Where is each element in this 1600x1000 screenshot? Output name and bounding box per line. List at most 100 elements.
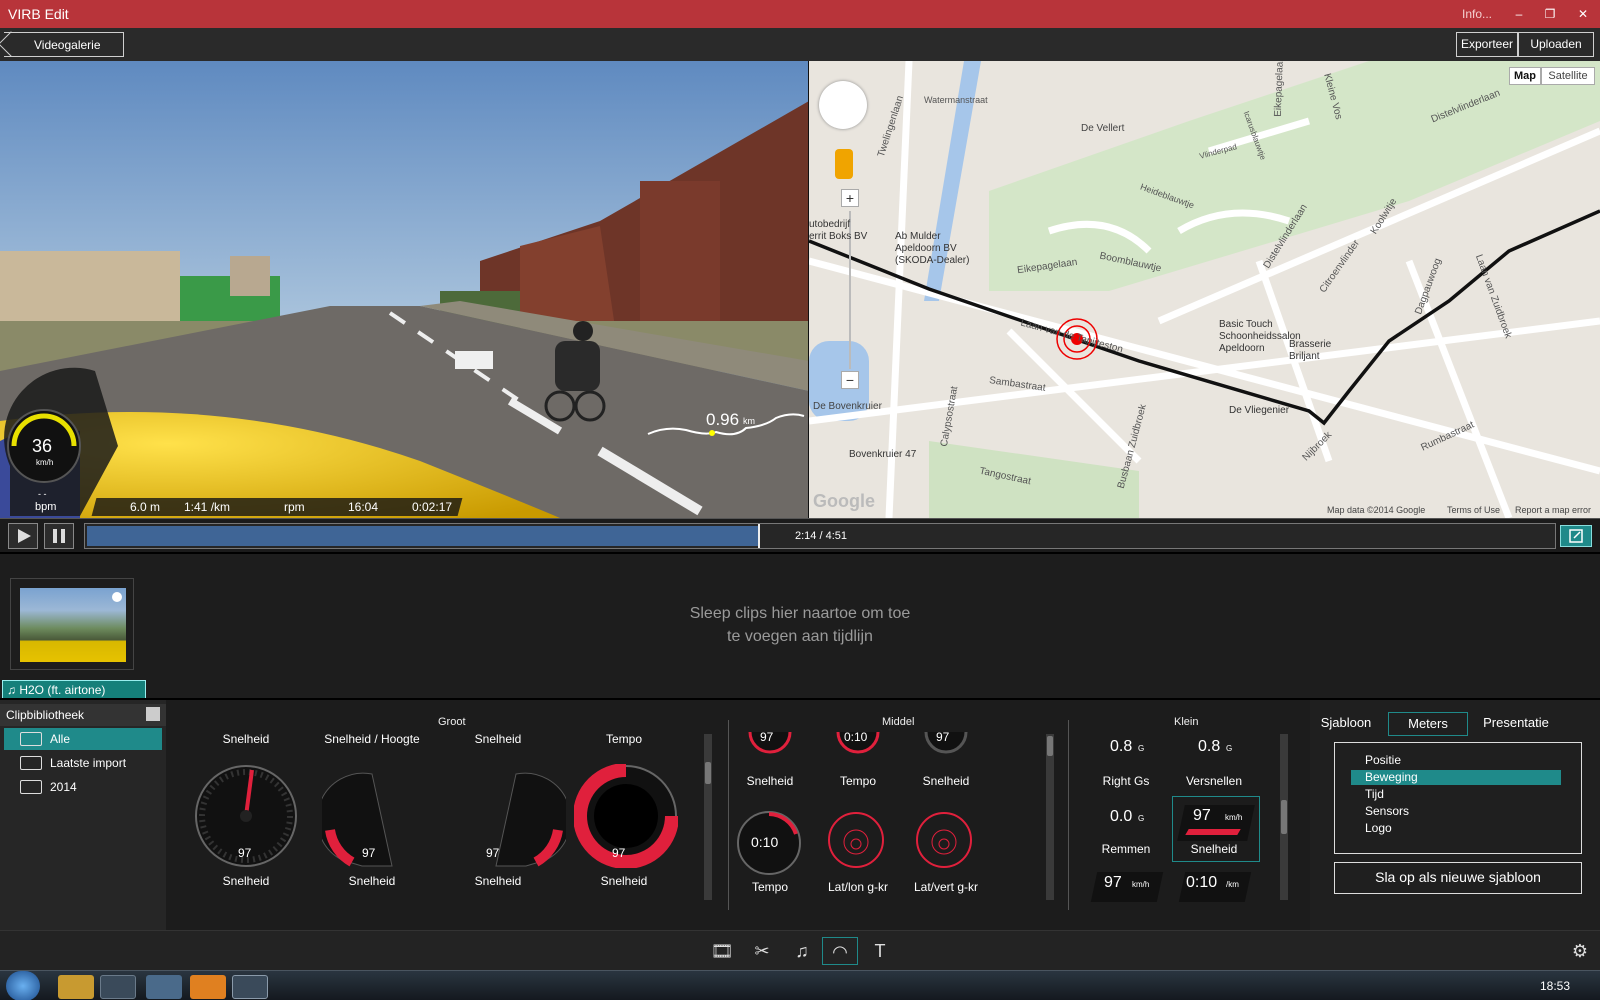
import-icon[interactable]	[146, 707, 160, 721]
clip-library: Clipbibliotheek Alle Laatste import 2014	[0, 700, 166, 932]
gauge-label: Snelheid	[922, 774, 970, 788]
drop-hint: Sleep clips hier naartoe om toe te voege…	[600, 602, 1000, 648]
template-panel: Sjabloon Meters Presentatie Positie Bewe…	[1310, 700, 1600, 932]
heart-rate-value: - -	[38, 489, 47, 499]
middel-scrollbar[interactable]	[1046, 734, 1054, 900]
map-label: Basic Touch	[1219, 319, 1273, 330]
map-zoom-in-button[interactable]: +	[841, 189, 859, 207]
map-terms-link[interactable]: Terms of Use	[1447, 505, 1500, 515]
gauge-value: 0.8	[1198, 738, 1221, 755]
map-canvas	[809, 61, 1600, 518]
timeline-area[interactable]: ♫ H2O (ft. airtone) Sleep clips hier naa…	[0, 552, 1600, 700]
restore-button[interactable]: ❐	[1539, 4, 1561, 24]
timeline-scrubber[interactable]: 2:14 / 4:51	[84, 523, 1556, 549]
tab-sjabloon[interactable]: Sjabloon	[1310, 712, 1382, 736]
gauge-speed-right[interactable]	[466, 770, 566, 870]
stat-pace: 1:41 /km	[184, 500, 231, 514]
library-item-label: Laatste import	[50, 756, 127, 770]
gauge-label: Snelheid	[600, 874, 648, 888]
gauge-lat-lon-g[interactable]	[826, 810, 886, 870]
chevron-left-icon	[0, 31, 24, 57]
satellite-mode-button[interactable]: Satellite	[1541, 67, 1595, 85]
stat-time-of-day: 16:04	[348, 500, 379, 514]
tree-item-tijd[interactable]: Tijd	[1351, 787, 1561, 802]
music-icon[interactable]: ♫	[784, 937, 820, 965]
folder-icon	[20, 732, 42, 746]
map-panel[interactable]: + − Map Satellite Google Map data ©2014 …	[809, 61, 1600, 518]
tree-item-logo[interactable]: Logo	[1351, 821, 1561, 836]
save-template-button[interactable]: Sla op als nieuwe sjabloon	[1334, 862, 1582, 894]
speed-unit: km/h	[36, 458, 54, 467]
map-mode-button[interactable]: Map	[1509, 67, 1541, 85]
start-button-icon[interactable]	[6, 971, 40, 1000]
gauge-value: 0:10	[1186, 874, 1218, 891]
library-item-alle[interactable]: Alle	[4, 728, 162, 750]
virb-edit-task-icon[interactable]	[232, 975, 268, 999]
system-tray[interactable]	[1380, 978, 1520, 994]
gauge-value: 0.0	[1110, 808, 1133, 825]
tree-item-positie[interactable]: Positie	[1351, 753, 1561, 768]
notes-icon[interactable]	[146, 975, 182, 999]
street-view-pegman-icon[interactable]	[835, 149, 853, 179]
map-label: Briljant	[1289, 351, 1320, 362]
audio-track[interactable]: ♫ H2O (ft. airtone)	[2, 680, 146, 700]
section-middel: Middel	[882, 716, 915, 728]
fullscreen-button[interactable]	[1560, 525, 1592, 547]
app-title: VIRB Edit	[8, 6, 69, 22]
map-label: errit Boks BV	[809, 231, 868, 242]
gauge-unit: km/h	[1132, 880, 1150, 889]
gauge-title: Snelheid	[474, 732, 522, 746]
text-icon[interactable]: T	[862, 937, 898, 965]
gauge-value: 97	[760, 730, 774, 744]
export-button[interactable]: Exporteer	[1456, 32, 1518, 57]
section-klein: Klein	[1174, 716, 1199, 728]
drop-hint-line-1: Sleep clips hier naartoe om toe	[689, 605, 911, 622]
info-link[interactable]: Info...	[1462, 7, 1492, 21]
settings-gear-icon[interactable]: ⚙	[1562, 937, 1598, 965]
gauge-klein-speed[interactable]	[1090, 872, 1164, 902]
map-label: Apeldoorn BV	[895, 243, 957, 254]
explorer-icon[interactable]	[58, 975, 94, 999]
gauge-label: Snelheid	[474, 874, 522, 888]
map-label: Eikepagelaan	[1272, 61, 1286, 117]
map-pan-control[interactable]	[819, 81, 867, 129]
pause-button[interactable]	[44, 523, 74, 549]
video-preview[interactable]: 36 km/h - - bpm 6.0 m 1:41 /km rpm 16:04…	[0, 61, 809, 518]
gauge-pace-large[interactable]	[574, 764, 678, 868]
klein-scrollbar[interactable]	[1280, 734, 1288, 900]
back-to-gallery-button[interactable]: Videogalerie	[0, 31, 124, 57]
map-copyright: Map data ©2014 Google	[1327, 505, 1426, 515]
map-label: Apeldoorn	[1219, 343, 1265, 354]
tab-presentatie[interactable]: Presentatie	[1472, 712, 1560, 736]
playback-bar: 2:14 / 4:51	[0, 518, 1600, 552]
speed-value: 36	[32, 436, 53, 456]
map-report-link[interactable]: Report a map error	[1515, 505, 1591, 515]
library-item-latest-import[interactable]: Laatste import	[4, 752, 162, 774]
speed-gauge-overlay	[4, 367, 119, 516]
minimize-button[interactable]: ‒	[1508, 4, 1530, 24]
film-icon[interactable]: 🎞	[704, 937, 740, 965]
vlc-icon[interactable]	[190, 975, 226, 999]
playhead[interactable]	[758, 524, 761, 548]
groot-scrollbar[interactable]	[704, 734, 712, 900]
firefox-icon[interactable]	[100, 975, 136, 999]
library-item-label: Alle	[50, 732, 71, 746]
gauge-icon[interactable]: ◠	[822, 937, 858, 965]
tree-item-sensors[interactable]: Sensors	[1351, 804, 1561, 819]
gauge-unit: /km	[1226, 880, 1239, 889]
clip-card[interactable]	[10, 578, 134, 670]
gauge-lat-vert-g[interactable]	[914, 810, 974, 870]
close-button[interactable]: ✕	[1572, 4, 1594, 24]
audio-track-title: H2O (ft. airtone)	[19, 683, 106, 697]
play-button[interactable]	[8, 523, 38, 549]
bottom-panel: Clipbibliotheek Alle Laatste import 2014…	[0, 698, 1600, 932]
tree-item-beweging[interactable]: Beweging	[1351, 770, 1561, 785]
upload-button[interactable]: Uploaden	[1518, 32, 1594, 57]
scissors-icon[interactable]: ✂	[744, 937, 780, 965]
gauge-unit: G	[1226, 744, 1233, 753]
map-zoom-out-button[interactable]: −	[841, 371, 859, 389]
gauge-value: 97	[238, 846, 252, 860]
gauge-value: 0:10	[844, 730, 868, 744]
tab-meters[interactable]: Meters	[1388, 712, 1468, 736]
library-item-2014[interactable]: 2014	[4, 776, 162, 798]
